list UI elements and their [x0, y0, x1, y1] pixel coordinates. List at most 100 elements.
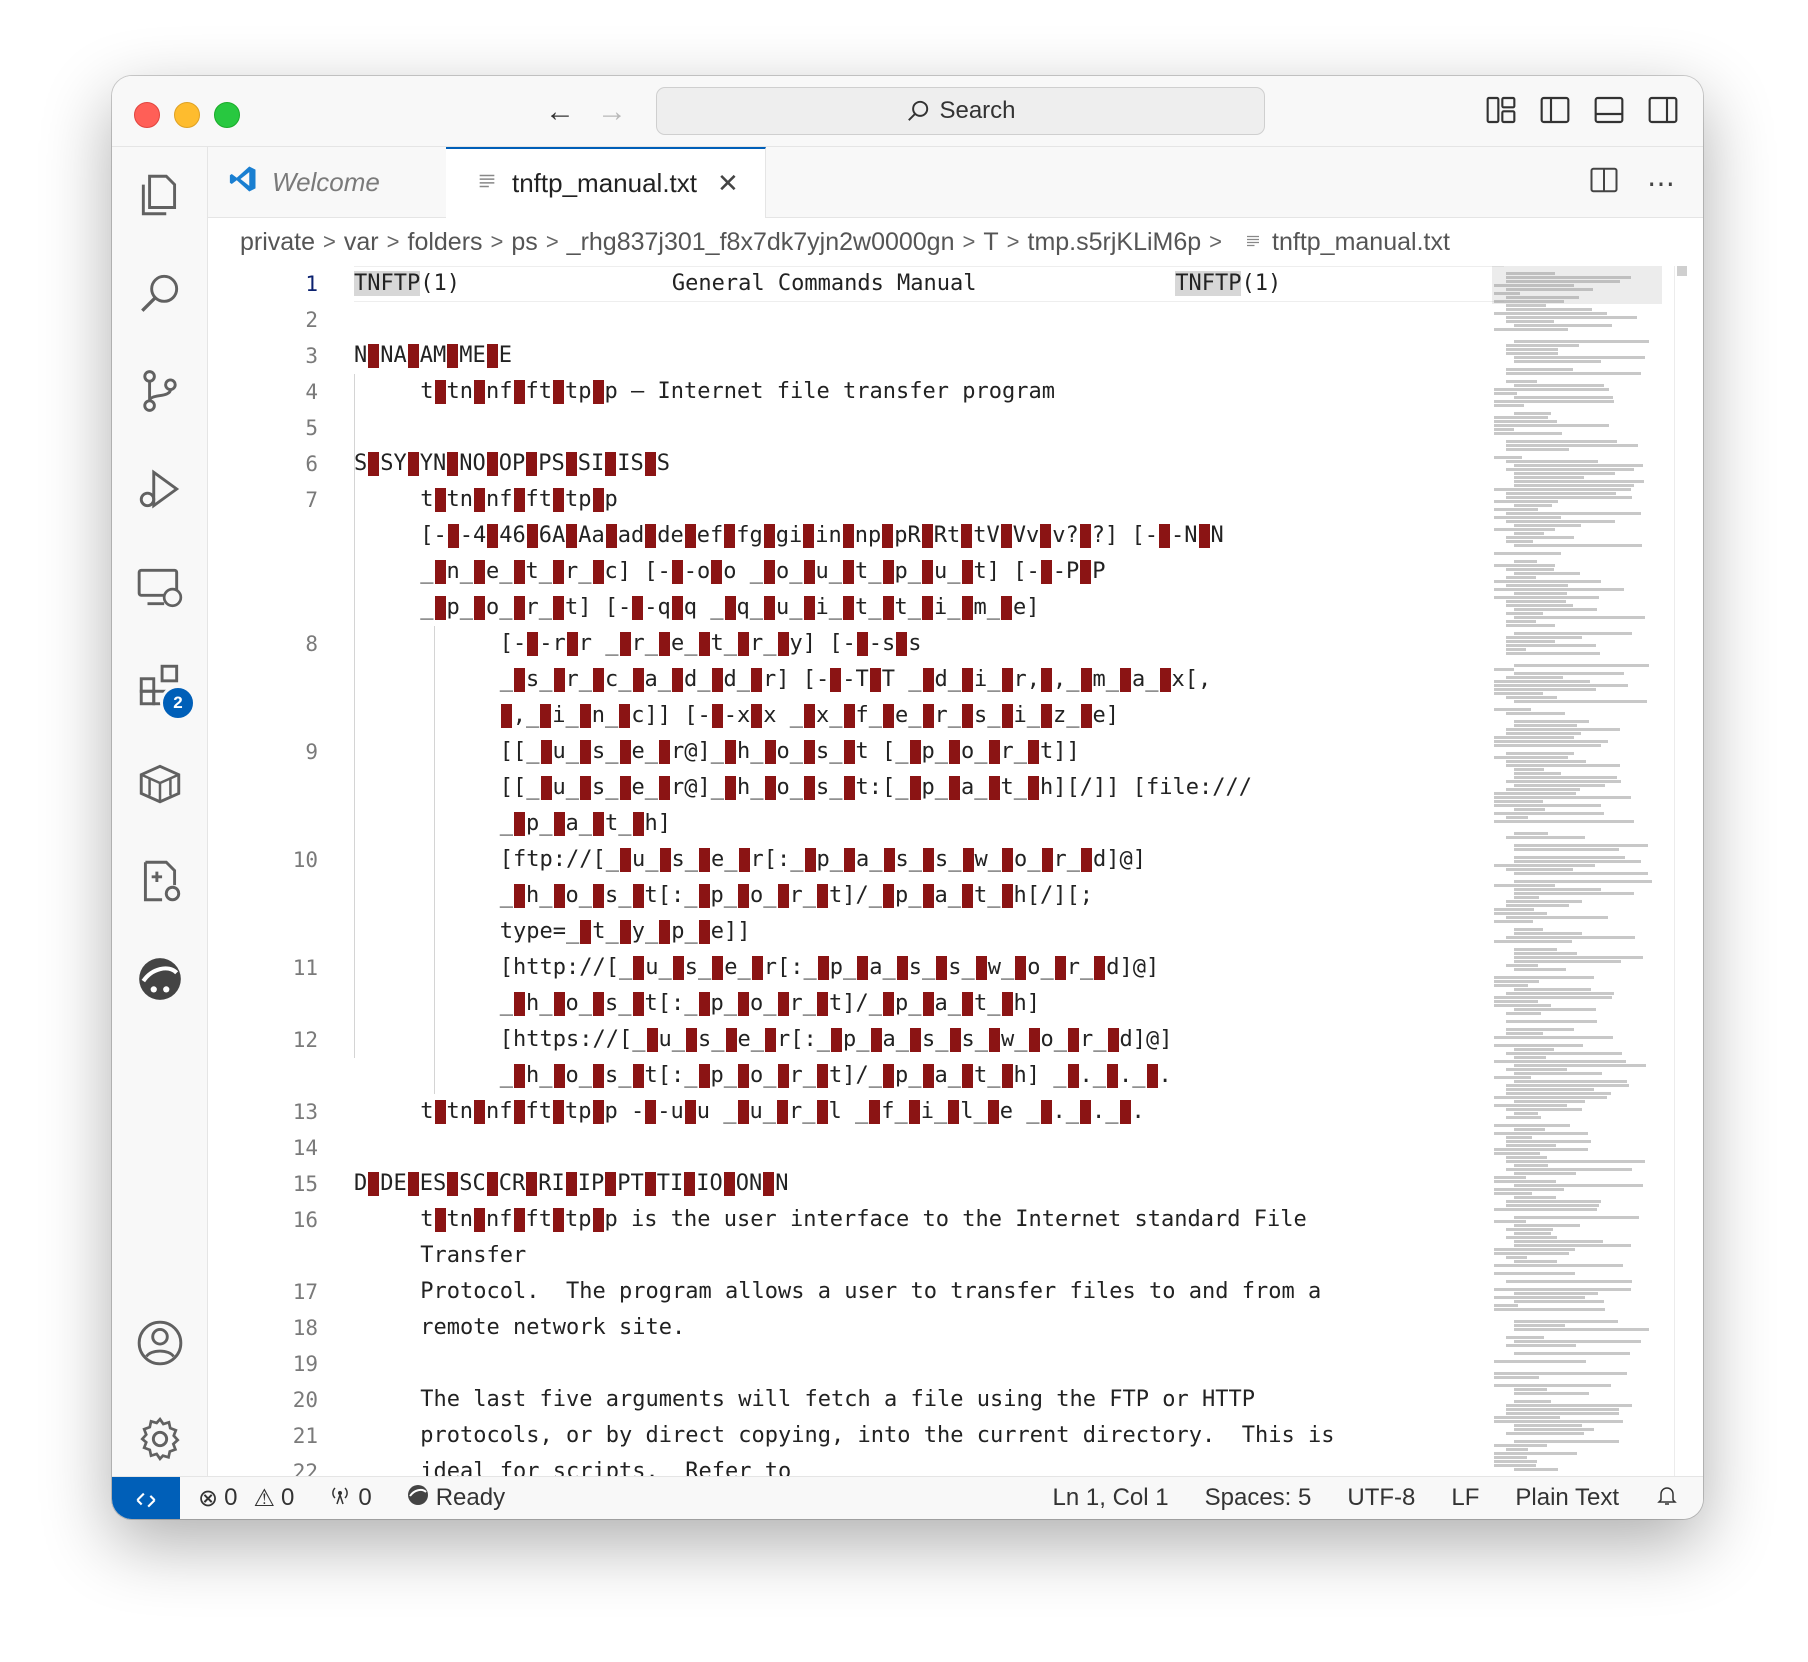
control-char-marker: [711, 560, 723, 584]
control-char-marker: [619, 740, 631, 764]
breadcrumb-item[interactable]: tmp.s5rjKLiM6p: [1028, 228, 1202, 257]
control-char-marker: [513, 596, 525, 620]
control-char-marker: [975, 956, 987, 980]
remote-explorer-icon[interactable]: [134, 561, 186, 613]
minimap-line: [1514, 724, 1577, 727]
ports-indicator[interactable]: 0: [328, 1483, 372, 1514]
minimize-window-button[interactable]: [174, 102, 200, 128]
control-char-marker: [407, 1172, 419, 1196]
forward-arrow-icon[interactable]: →: [594, 94, 630, 130]
minimap-line: [1494, 920, 1533, 923]
end-of-line[interactable]: LF: [1451, 1484, 1479, 1512]
control-char-marker: [699, 848, 710, 872]
minimap-line: [1494, 708, 1531, 711]
maximize-window-button[interactable]: [214, 102, 240, 128]
minimap-line: [1506, 1404, 1632, 1407]
indentation[interactable]: Spaces: 5: [1205, 1484, 1312, 1512]
customize-layout-icon[interactable]: [1485, 94, 1517, 126]
settings-gear-icon[interactable]: [134, 1413, 186, 1465]
minimap-line: [1494, 996, 1612, 999]
breadcrumb-item[interactable]: folders: [408, 228, 483, 257]
minimap-line: [1514, 776, 1617, 779]
minimap-line: [1506, 520, 1615, 523]
control-char-marker: [922, 884, 934, 908]
control-char-marker: [843, 740, 855, 764]
tab-tnftp-manual[interactable]: tnftp_manual.txt ✕: [446, 147, 766, 218]
text-editor[interactable]: 1 2 3 4 5 6 7 8 9 10 11 12 13 14 15 16 17 18 19 20 21 22 TNFT…: [208, 266, 1586, 1481]
run-and-debug-icon[interactable]: [134, 463, 186, 515]
problems-indicator[interactable]: ⊗ 0 ⚠ 0: [198, 1484, 294, 1513]
minimap-line: [1506, 1432, 1584, 1435]
close-tab-icon[interactable]: ✕: [717, 168, 739, 199]
line-number: 2: [305, 308, 318, 332]
copilot-icon[interactable]: [134, 953, 186, 1005]
control-char-marker: [777, 1100, 788, 1124]
control-char-marker: [738, 848, 750, 872]
line-number: 16: [292, 1208, 318, 1232]
control-char-marker: [659, 848, 671, 872]
control-char-marker: [474, 380, 485, 404]
language-mode[interactable]: Plain Text: [1515, 1484, 1619, 1512]
encoding[interactable]: UTF-8: [1347, 1484, 1415, 1512]
minimap-line: [1506, 764, 1620, 767]
breadcrumb-item[interactable]: T: [983, 228, 998, 257]
breadcrumb-item[interactable]: private: [240, 228, 315, 257]
containers-icon[interactable]: [134, 757, 186, 809]
more-actions-icon[interactable]: ⋯: [1647, 167, 1675, 200]
source-control-icon[interactable]: [134, 365, 186, 417]
control-char-marker: [882, 596, 894, 620]
minimap-line: [1494, 796, 1631, 799]
notifications-bell-icon[interactable]: [1655, 1483, 1679, 1514]
tab-welcome[interactable]: Welcome: [208, 147, 467, 217]
control-char-marker: [1068, 1028, 1079, 1052]
explorer-icon[interactable]: [134, 169, 186, 221]
control-char-marker: [804, 848, 816, 872]
minimap-line: [1506, 576, 1536, 579]
toggle-primary-sidebar-icon[interactable]: [1539, 94, 1571, 126]
minimap-line: [1494, 1308, 1605, 1311]
toggle-secondary-sidebar-icon[interactable]: [1647, 94, 1679, 126]
minimap[interactable]: [1492, 266, 1662, 1481]
remote-indicator-icon[interactable]: [112, 1477, 180, 1519]
toggle-panel-icon[interactable]: [1593, 94, 1625, 126]
control-char-marker: [922, 560, 933, 584]
minimap-line: [1514, 928, 1543, 931]
breadcrumb-item[interactable]: ps: [511, 228, 537, 257]
line-number: 3: [305, 344, 318, 368]
line-number: 17: [292, 1280, 318, 1304]
back-arrow-icon[interactable]: ←: [542, 94, 578, 130]
command-center-search[interactable]: Search: [656, 87, 1265, 135]
minimap-line: [1494, 864, 1595, 867]
cursor-position[interactable]: Ln 1, Col 1: [1053, 1484, 1169, 1512]
extensions-icon[interactable]: 2: [134, 659, 196, 721]
accounts-icon[interactable]: [134, 1317, 186, 1369]
control-char-marker: [817, 884, 828, 908]
error-count: 0: [224, 1484, 238, 1511]
vertical-scrollbar[interactable]: [1674, 266, 1689, 1481]
minimap-line: [1514, 1072, 1602, 1075]
chevron-right-icon: >: [545, 229, 559, 254]
minimap-line: [1514, 960, 1621, 963]
control-char-marker: [553, 596, 564, 620]
minimap-line: [1494, 912, 1547, 915]
test-explorer-icon[interactable]: [134, 855, 186, 907]
split-editor-icon[interactable]: [1589, 165, 1619, 202]
search-view-icon[interactable]: [134, 267, 186, 319]
minimap-line: [1514, 948, 1557, 951]
control-char-marker: [553, 992, 565, 1016]
control-char-marker: [1041, 848, 1053, 872]
scrollbar-thumb[interactable]: [1677, 266, 1687, 276]
breadcrumb-item[interactable]: var: [344, 228, 379, 257]
minimap-line: [1506, 640, 1555, 643]
minimap-line: [1506, 936, 1635, 939]
close-window-button[interactable]: [134, 102, 160, 128]
breadcrumb-file[interactable]: tnftp_manual.txt: [1272, 228, 1450, 257]
search-label: Search: [939, 97, 1016, 124]
warning-icon: ⚠: [253, 1484, 275, 1512]
minimap-line: [1494, 500, 1558, 503]
control-char-marker: [817, 992, 828, 1016]
minimap-line: [1506, 296, 1579, 299]
breadcrumb-item[interactable]: _rhg837j301_f8x7dk7yjn2w0000gn: [567, 228, 955, 257]
copilot-status[interactable]: Ready: [406, 1483, 505, 1514]
broadcast-icon: [328, 1483, 352, 1514]
